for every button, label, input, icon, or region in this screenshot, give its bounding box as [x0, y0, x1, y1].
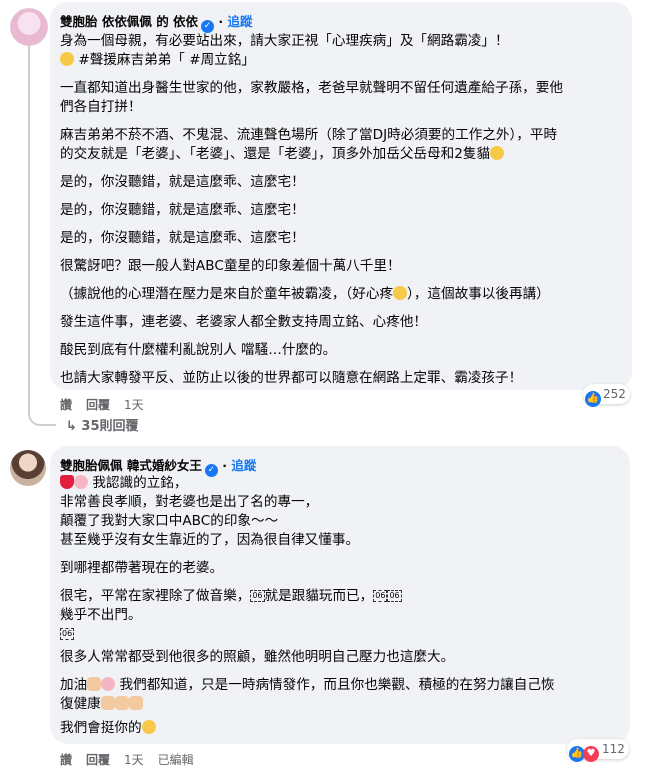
comment-text-line: 是的，你沒聽錯，就是這麼乖、這麼宅！ — [60, 174, 305, 190]
avatar[interactable] — [10, 450, 46, 486]
comment-text-line: 很宅，平常在家裡除了做音樂， 06 就是跟貓玩而已， 06 06 — [60, 588, 402, 604]
comment-text-line: 很驚訝吧？跟一般人對ABC童星的印象差個十萬八千里！ — [60, 258, 401, 274]
comment-text-line: 復健康 — [60, 695, 143, 714]
author-name[interactable]: 雙胞胎佩佩 韓式婚紗女王 — [60, 458, 202, 473]
red-heart-emoji-icon — [60, 475, 74, 489]
timestamp[interactable]: 1天 — [124, 753, 144, 767]
comment-text-line: 我認識的立銘， — [60, 474, 187, 493]
reaction-count[interactable]: 👍 ♥ 112 — [567, 739, 629, 762]
comment-text-line: 一直都知道出身醫生世家的他，家教嚴格，老爸早就聲明不留任何遺產給子孫，要他 — [60, 80, 563, 96]
unrendered-glyph-box: 06 — [250, 590, 265, 602]
like-button[interactable]: 讚 — [60, 753, 72, 767]
folded-hands-emoji-icon — [87, 677, 102, 691]
unrendered-glyph-box: 06 — [373, 590, 388, 602]
scream-face-emoji-icon — [490, 146, 505, 160]
comment-text-line: #聲援麻吉弟弟「 #周立銘」 — [60, 51, 255, 70]
comment-text-line: 的交友就是「老婆」、「老婆」、還是「老婆」，頂多外加岳父岳母和2隻貓 — [60, 145, 505, 164]
view-replies-link[interactable]: ↳ 35則回覆 — [66, 415, 139, 434]
like-button[interactable]: 讚 — [60, 398, 72, 412]
comment-author[interactable]: 雙胞胎 依依佩佩 的 依依 ✓ · 追蹤 — [60, 11, 253, 33]
comment-text-line: （據說他的心理潛在壓力是來自於童年被霸凌，（好心疼 ），這個故事以後再講） — [60, 286, 550, 302]
follow-button[interactable]: 追蹤 — [231, 458, 256, 473]
unrendered-glyph-box: 06 — [60, 628, 75, 640]
timestamp[interactable]: 1天 — [124, 398, 144, 412]
comment-text-line: 非常善良孝順，對老婆也是出了名的專一， — [60, 494, 319, 510]
comment-text-line: 幾乎不出門。 — [60, 607, 142, 623]
reply-arrow-icon: ↳ — [66, 419, 82, 434]
comment-actions: 讚回覆 1天 已編輯 — [60, 751, 208, 768]
like-icon: 👍 — [585, 391, 601, 407]
comment-text-line: 身為一個母親，有必要站出來，請大家正視「心理疾病」及「網路霸凌」！ — [60, 33, 509, 49]
flexed-arm-emoji-icon — [74, 475, 88, 489]
love-icon: ♥ — [583, 746, 599, 762]
thread-line — [28, 46, 30, 416]
comment-text-line: 到哪裡都帶著現在的老婆。 — [60, 560, 224, 576]
reply-button[interactable]: 回覆 — [86, 753, 110, 767]
comment-text-line: 顛覆了我對大家口中ABC的印象～～ — [60, 513, 279, 529]
comment-text-line: 們各自打拼！ — [60, 99, 142, 115]
comment-text-line: 06 — [60, 625, 75, 644]
smiling-face-emoji-icon — [141, 720, 156, 734]
flexed-arm-emoji-icon — [101, 677, 116, 691]
comment-text-line: 發生這件事，連老婆、老婆家人都全數支持周立銘、心疼他！ — [60, 314, 428, 330]
comment-text-line: 也請大家轉發平反、並防止以後的世界都可以隨意在網路上定罪、霸凌孩子！ — [60, 370, 523, 386]
comment-text-line: 甚至幾乎沒有女生靠近的了，因為很自律又懂事。 — [60, 532, 360, 548]
sad-face-emoji-icon — [60, 52, 74, 66]
clapping-hands-emoji-icon — [114, 696, 129, 710]
unrendered-glyph-box: 06 — [387, 590, 402, 602]
avatar[interactable] — [10, 8, 48, 46]
author-name[interactable]: 雙胞胎 依依佩佩 的 依依 — [60, 14, 198, 29]
reply-button[interactable]: 回覆 — [86, 398, 110, 412]
thread-curve — [28, 404, 56, 426]
follow-button[interactable]: 追蹤 — [228, 14, 253, 29]
worried-face-emoji-icon — [393, 286, 408, 300]
comment-text-line: 很多人常常都受到他很多的照顧，雖然他明明自己壓力也這麼大。 — [60, 649, 455, 665]
clapping-hands-emoji-icon — [128, 696, 143, 710]
comment-actions: 讚回覆 1天 — [60, 396, 158, 413]
comment-text-line: 酸民到底有什麼權利亂說別人 噹騷…什麼的。 — [60, 342, 337, 358]
comment-text-line: 是的，你沒聽錯，就是這麼乖、這麼宅！ — [60, 230, 305, 246]
verified-badge-icon: ✓ — [204, 464, 218, 477]
clapping-hands-emoji-icon — [100, 696, 115, 710]
comment-text-line: 加油 我們都知道，只是一時病情發作，而且你也樂觀、積極的在努力讓自己恢 — [60, 677, 555, 693]
reaction-count[interactable]: 👍 252 — [583, 384, 630, 407]
comment-text-line: 我們會挺你的 — [60, 719, 156, 738]
comment-text-line: 是的，你沒聽錯，就是這麼乖、這麼宅！ — [60, 202, 305, 218]
comment-text-line: 麻吉弟弟不菸不酒、不鬼混、流連聲色場所（除了當DJ時必須要的工作之外），平時 — [60, 127, 558, 143]
edited-label: 已編輯 — [157, 753, 194, 767]
